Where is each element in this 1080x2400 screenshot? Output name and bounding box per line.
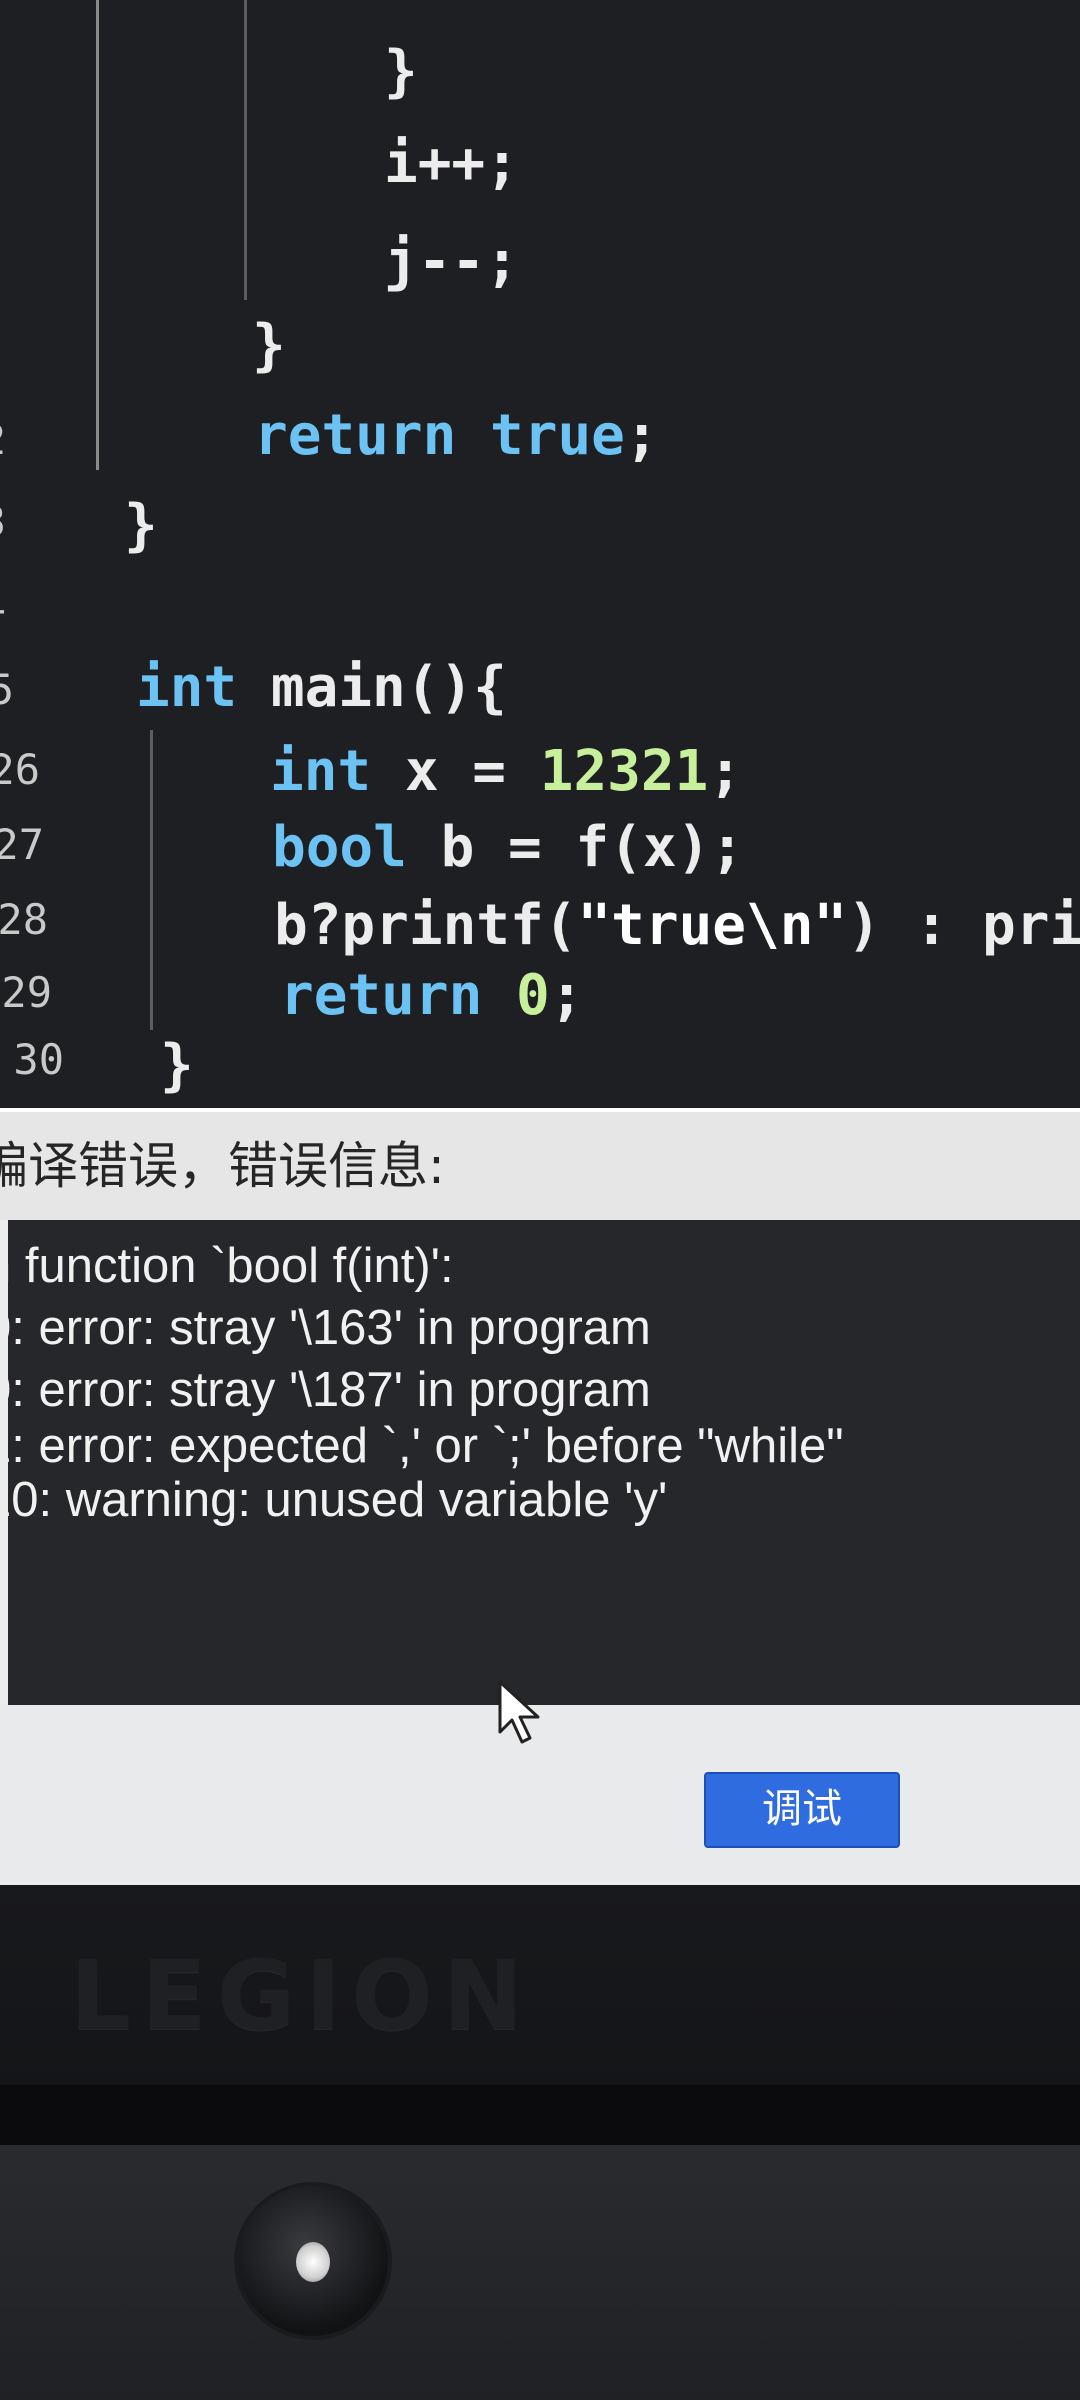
- error-dialog-header: 编译错误，错误信息:: [0, 1108, 1080, 1220]
- line-number: 29: [1, 968, 52, 1017]
- line-number: 27: [0, 820, 44, 869]
- keyword-token: bool: [272, 815, 407, 880]
- line-number: 3: [0, 492, 6, 552]
- error-dialog-title: 编译错误，错误信息:: [0, 1137, 445, 1195]
- code-token: i++;: [384, 131, 519, 196]
- code-token: x =: [371, 739, 540, 804]
- code-line: i++;: [384, 128, 519, 200]
- code-token: ;: [708, 739, 743, 804]
- error-message: 0: error: stray '\163' in program: [0, 1301, 651, 1355]
- line-number: 28: [0, 895, 48, 944]
- code-token: }: [160, 1033, 194, 1098]
- code-line: }: [124, 490, 158, 562]
- indent-guide: [150, 730, 153, 1030]
- code-token: ;: [624, 403, 659, 468]
- error-message: 0: error: stray '\187' in program: [0, 1363, 651, 1417]
- code-token: main(){: [237, 655, 507, 720]
- indent-guide: [96, 0, 99, 470]
- string-token: "true\n": [577, 893, 848, 958]
- code-token: }: [384, 39, 418, 104]
- indent-guide: [244, 0, 247, 300]
- code-token: }: [124, 493, 158, 558]
- code-line: int main(){: [136, 652, 507, 724]
- code-token: ;: [549, 963, 584, 1028]
- keyword-token: return: [254, 403, 457, 468]
- code-editor[interactable]: 2 3 4 5 26 27 28 29 30 } i++; j--; } ret…: [0, 0, 1080, 1108]
- keyboard-deck: [0, 2145, 1080, 2400]
- monitor-screen: 2 3 4 5 26 27 28 29 30 } i++; j--; } ret…: [0, 0, 1080, 1885]
- code-token: b = f(x);: [406, 815, 745, 880]
- line-number: 4: [0, 577, 6, 637]
- laptop-hinge: [0, 2085, 1080, 2145]
- code-line: return true;: [254, 400, 659, 472]
- code-line: bool b = f(x);: [272, 812, 744, 884]
- keyword-token: true: [490, 403, 625, 468]
- power-led-icon: [296, 2242, 330, 2282]
- compiler-output-panel[interactable]: n function `bool f(int)': 0: error: stra…: [0, 1220, 1080, 1725]
- number-token: 0: [516, 963, 550, 1028]
- error-message: 1: error: expected `,' or `;' before "wh…: [0, 1419, 844, 1473]
- warning-message: 10: warning: unused variable 'y': [0, 1473, 668, 1527]
- code-token: b?printf(: [274, 893, 578, 958]
- code-line: }: [252, 310, 286, 382]
- keyword-token: int: [136, 655, 238, 720]
- code-line: return 0;: [280, 960, 583, 1032]
- code-token: }: [252, 313, 286, 378]
- keyword-token: int: [270, 739, 372, 804]
- keyword-token: return: [280, 963, 483, 1028]
- line-number: 5: [0, 665, 14, 714]
- mouse-pointer-icon: [498, 1680, 540, 1744]
- code-line: j--;: [384, 226, 519, 298]
- code-line: }: [384, 36, 418, 108]
- code-line: b?printf("true\n") : print: [274, 890, 1080, 962]
- code-token: ) : print: [847, 893, 1080, 958]
- code-line: }: [160, 1030, 194, 1102]
- debug-button[interactable]: 调试: [704, 1772, 900, 1848]
- code-token: j--;: [384, 229, 519, 294]
- panel-edge: [0, 1220, 8, 1705]
- code-line: int x = 12321;: [270, 736, 742, 808]
- number-token: 12321: [539, 739, 709, 804]
- brand-logo: LEGION: [70, 1940, 534, 2052]
- line-number: 30: [13, 1035, 64, 1084]
- error-message: n function `bool f(int)':: [0, 1239, 454, 1293]
- line-number: 26: [0, 745, 40, 794]
- line-number: 2: [0, 410, 6, 470]
